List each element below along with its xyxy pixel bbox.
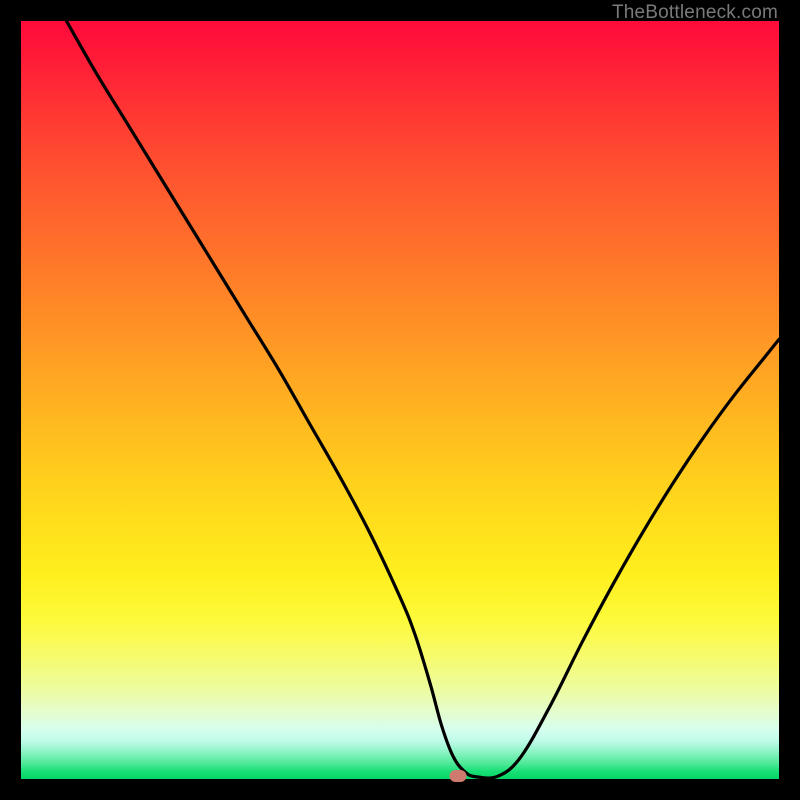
plot-area bbox=[21, 21, 779, 779]
optimum-marker bbox=[450, 770, 467, 782]
curve-svg bbox=[21, 21, 779, 779]
bottleneck-curve bbox=[66, 21, 779, 778]
chart-stage: TheBottleneck.com bbox=[0, 0, 800, 800]
